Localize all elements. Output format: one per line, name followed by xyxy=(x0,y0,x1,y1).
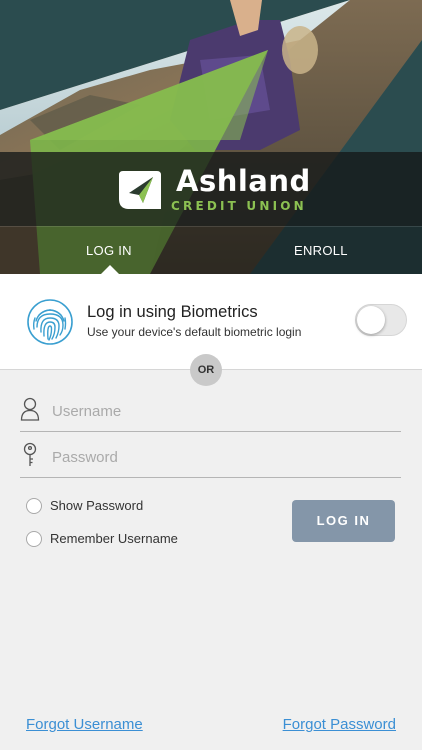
tab-enroll[interactable]: ENROLL xyxy=(294,227,348,274)
toggle-knob xyxy=(357,306,385,334)
or-divider: OR xyxy=(190,354,222,386)
user-icon xyxy=(20,397,40,421)
brand-subtitle: CREDIT UNION xyxy=(171,199,307,213)
show-password-radio[interactable] xyxy=(26,498,42,514)
biometrics-title: Log in using Biometrics xyxy=(87,303,258,321)
brand-name: Ashland xyxy=(176,164,311,198)
username-input[interactable] xyxy=(52,400,392,422)
hero-banner: Ashland CREDIT UNION LOG IN ENROLL xyxy=(0,0,422,274)
auth-tabs: LOG IN ENROLL xyxy=(0,226,422,274)
forgot-username-link[interactable]: Forgot Username xyxy=(26,716,143,733)
active-tab-indicator xyxy=(101,265,119,274)
show-password-label: Show Password xyxy=(50,498,144,513)
remember-username-radio[interactable] xyxy=(26,531,42,547)
remember-username-label: Remember Username xyxy=(50,531,178,546)
password-field[interactable] xyxy=(20,438,401,478)
ashland-logo-icon xyxy=(119,171,161,209)
biometrics-toggle[interactable] xyxy=(355,304,407,336)
password-input[interactable] xyxy=(52,446,392,468)
key-icon xyxy=(23,442,37,466)
forgot-password-link[interactable]: Forgot Password xyxy=(283,716,396,733)
fingerprint-icon xyxy=(27,299,73,345)
biometrics-description: Use your device's default biometric logi… xyxy=(87,325,302,339)
log-in-button[interactable]: LOG IN xyxy=(292,500,395,542)
username-field[interactable] xyxy=(20,392,401,432)
